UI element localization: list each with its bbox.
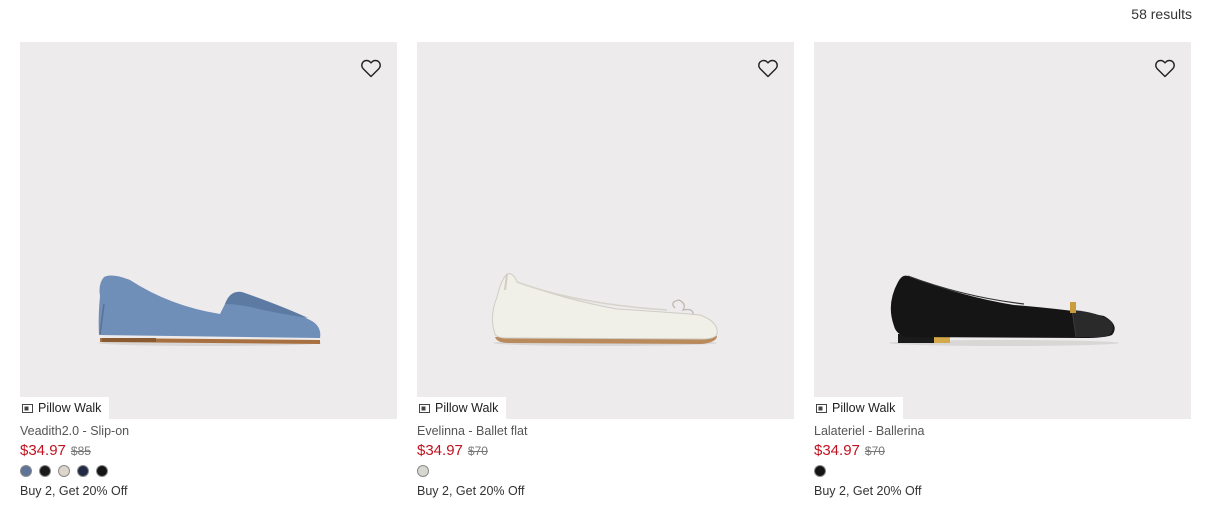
pillow-walk-icon	[816, 403, 827, 413]
wishlist-heart-icon[interactable]	[359, 56, 383, 80]
product-card[interactable]: Pillow Walk Evelinna - Ballet flat $34.9…	[417, 42, 794, 498]
color-swatches	[417, 465, 794, 477]
wishlist-heart-icon[interactable]	[1153, 56, 1177, 80]
color-swatch[interactable]	[39, 465, 51, 477]
color-swatch[interactable]	[58, 465, 70, 477]
sale-price: $34.97	[20, 442, 66, 459]
product-image[interactable]: Pillow Walk	[417, 42, 794, 419]
product-image[interactable]: Pillow Walk	[20, 42, 397, 419]
product-image[interactable]: Pillow Walk	[814, 42, 1191, 419]
sale-price: $34.97	[814, 442, 860, 459]
product-listing-page: 58 results Pillow Walk Veadith2.0 - Slip…	[0, 0, 1226, 520]
color-swatch[interactable]	[20, 465, 32, 477]
price-row: $34.97 $85	[20, 442, 397, 459]
pillow-walk-icon	[419, 403, 430, 413]
feature-tag: Pillow Walk	[417, 397, 507, 419]
feature-tag-label: Pillow Walk	[38, 401, 102, 415]
product-name-link[interactable]: Evelinna - Ballet flat	[417, 424, 794, 438]
sale-price: $34.97	[417, 442, 463, 459]
promo-text: Buy 2, Get 20% Off	[814, 484, 922, 498]
results-count: 58 results	[1131, 6, 1192, 22]
color-swatch[interactable]	[417, 465, 429, 477]
color-swatch[interactable]	[96, 465, 108, 477]
product-card[interactable]: Pillow Walk Lalateriel - Ballerina $34.9…	[814, 42, 1191, 498]
original-price: $70	[467, 444, 488, 458]
shoe-image-black-ballerina	[889, 275, 1119, 346]
feature-tag: Pillow Walk	[814, 397, 904, 419]
feature-tag-label: Pillow Walk	[435, 401, 499, 415]
color-swatches	[20, 465, 397, 477]
color-swatch[interactable]	[77, 465, 89, 477]
wishlist-heart-icon[interactable]	[756, 56, 780, 80]
product-name-link[interactable]: Veadith2.0 - Slip-on	[20, 424, 397, 438]
color-swatch[interactable]	[814, 465, 826, 477]
promo-text: Buy 2, Get 20% Off	[20, 484, 128, 498]
shoe-image-white-ballet-flat	[491, 273, 718, 346]
promo-text: Buy 2, Get 20% Off	[417, 484, 525, 498]
feature-tag-label: Pillow Walk	[832, 401, 896, 415]
pillow-walk-icon	[22, 403, 33, 413]
price-row: $34.97 $70	[814, 442, 1191, 459]
shoe-image-blue-loafer	[98, 275, 322, 346]
product-grid: Pillow Walk Veadith2.0 - Slip-on $34.97 …	[20, 42, 1191, 498]
original-price: $85	[70, 444, 91, 458]
product-name-link[interactable]: Lalateriel - Ballerina	[814, 424, 1191, 438]
original-price: $70	[864, 444, 885, 458]
feature-tag: Pillow Walk	[20, 397, 110, 419]
price-row: $34.97 $70	[417, 442, 794, 459]
product-card[interactable]: Pillow Walk Veadith2.0 - Slip-on $34.97 …	[20, 42, 397, 498]
color-swatches	[814, 465, 1191, 477]
